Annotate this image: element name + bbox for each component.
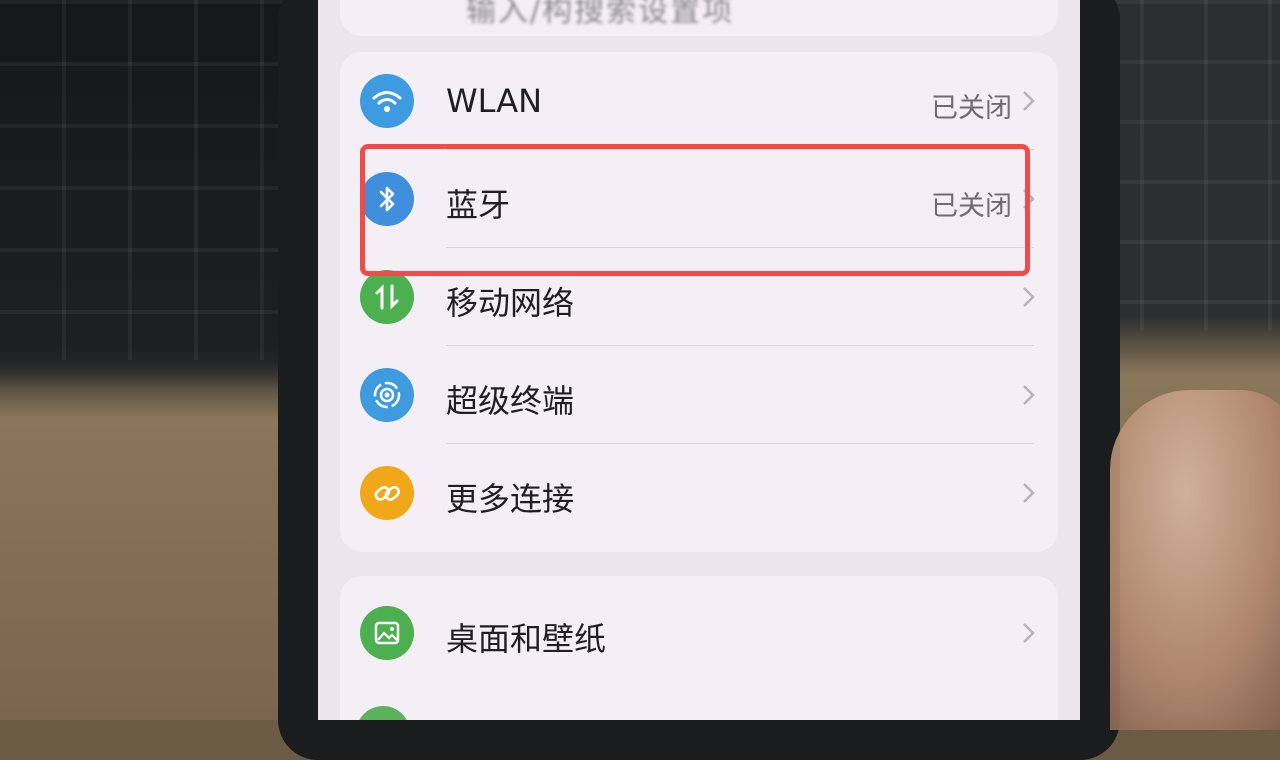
finger [1110,390,1280,730]
super-device-icon [360,368,414,422]
settings-item-more-connections[interactable]: 更多连接 [340,444,1058,542]
chevron-right-icon [1023,623,1035,643]
wallpaper-icon [360,606,414,660]
highlight-box [360,144,1030,276]
chevron-right-icon [1023,287,1035,307]
wifi-icon [360,74,414,128]
background-keyboard-left [0,0,300,720]
link-icon [360,466,414,520]
settings-item-wlan[interactable]: WLAN 已关闭 [340,52,1058,150]
connections-card: WLAN 已关闭 蓝牙 已关闭 移动网络 超级终端 更多连接 [340,52,1058,552]
settings-item-super-device[interactable]: 超级终端 [340,346,1058,444]
settings-item-label: 移动网络 [446,284,575,322]
settings-item-status: 已关闭 [931,93,1012,124]
display-card: 桌面和壁纸 [340,576,1058,720]
search-card[interactable]: 输入/构搜索设置项 [340,0,1058,36]
settings-item-label: 更多连接 [446,480,575,518]
search-placeholder: 输入/构搜索设置项 [466,0,735,29]
settings-item-home-wallpaper[interactable]: 桌面和壁纸 [340,584,1058,682]
chevron-right-icon [1023,483,1035,503]
mobile-data-icon [360,270,414,324]
chevron-right-icon [1023,385,1035,405]
settings-screen: 输入/构搜索设置项 WLAN 已关闭 蓝牙 已关闭 移动网络 超级终端 更多连接… [318,0,1080,720]
settings-item-label: 桌面和壁纸 [446,620,607,658]
settings-item-label: 超级终端 [446,382,575,420]
chevron-right-icon [1023,91,1035,111]
settings-item-label: WLAN [446,82,543,120]
